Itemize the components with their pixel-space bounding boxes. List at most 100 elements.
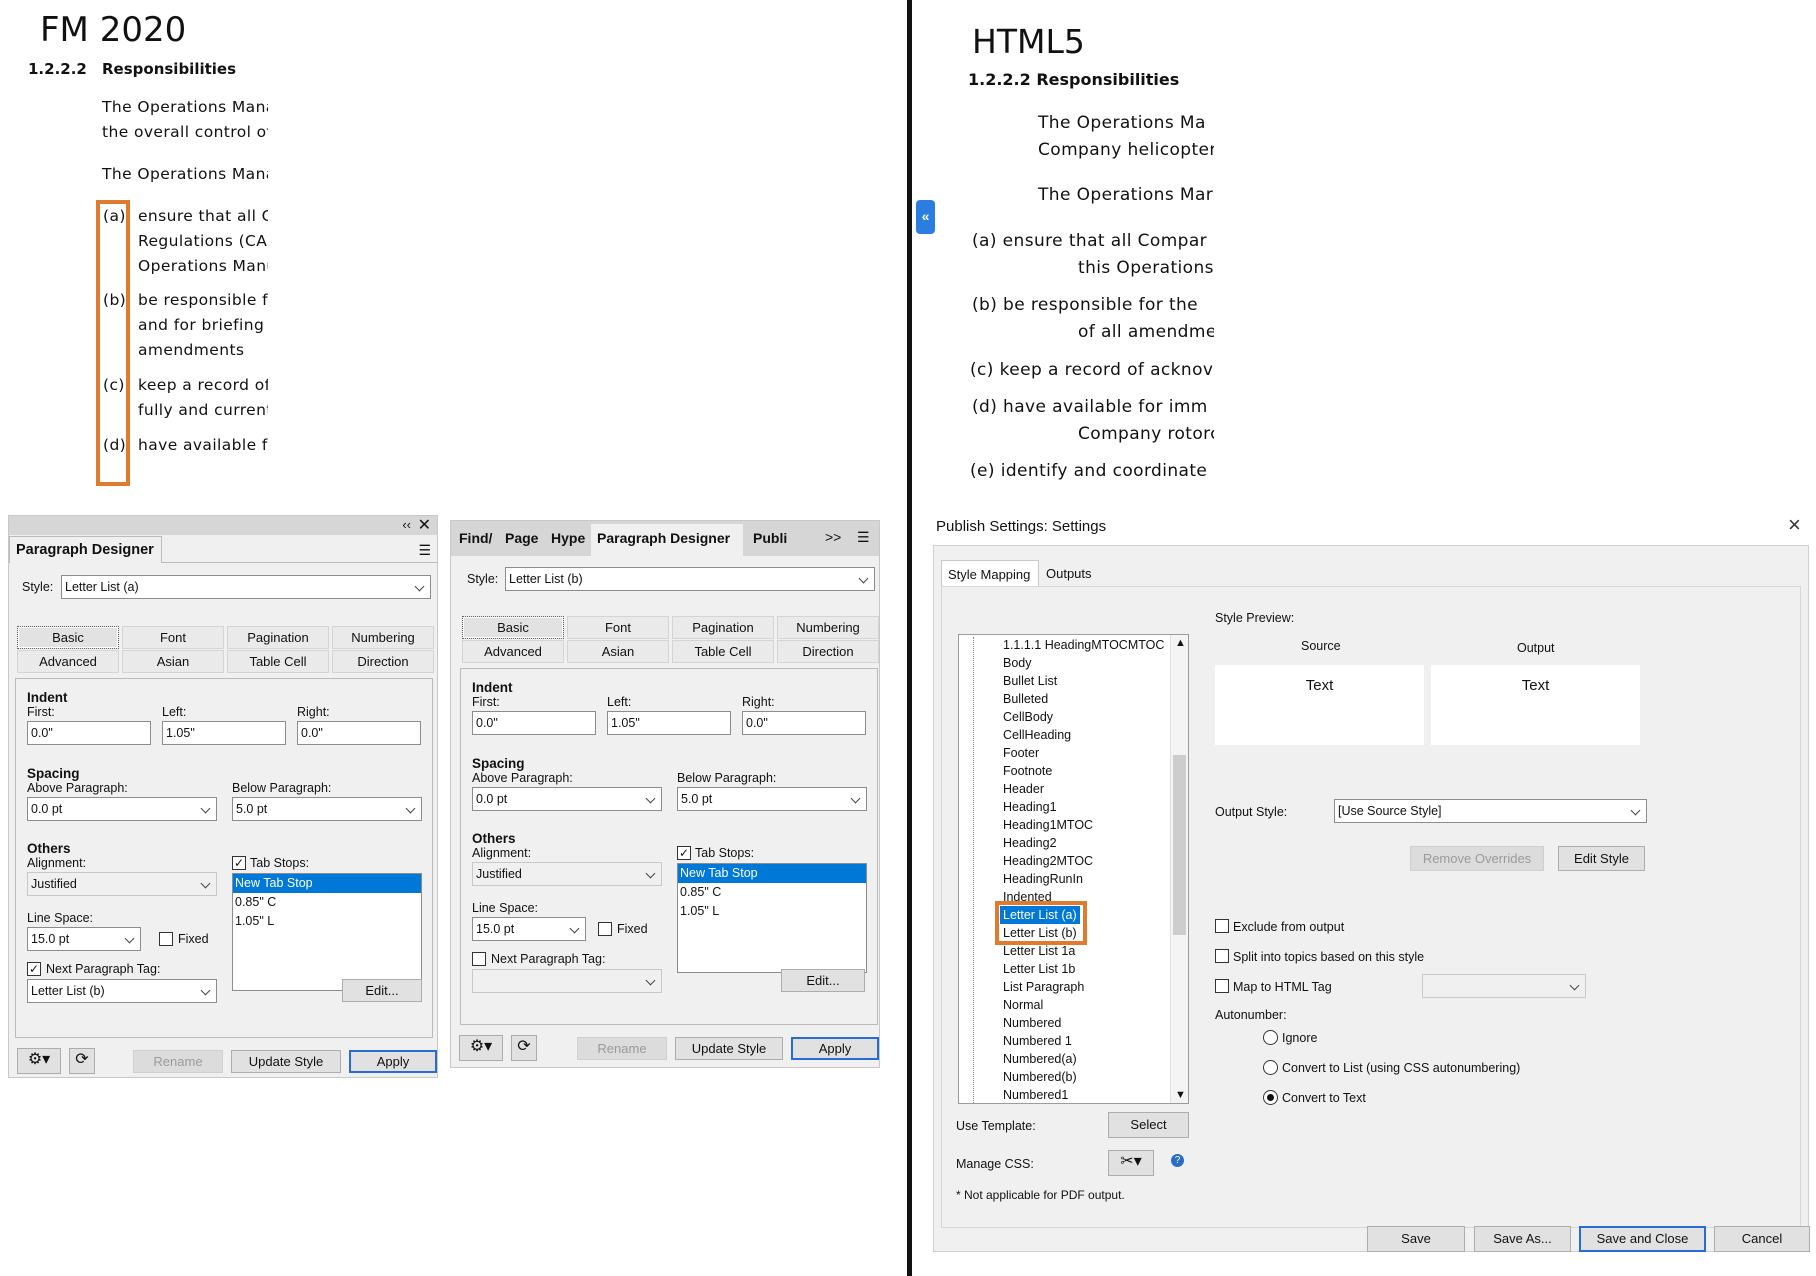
css-tools-icon[interactable]: ✂▾ (1108, 1150, 1154, 1176)
below-paragraph-select[interactable]: 5.0 pt (677, 787, 867, 811)
tab-direction[interactable]: Direction (332, 650, 434, 673)
style-item[interactable]: Heading2 (1003, 834, 1057, 852)
tab-hype[interactable]: Hype (551, 530, 585, 546)
cancel-button[interactable]: Cancel (1714, 1226, 1810, 1252)
panel-menu-icon[interactable]: ☰ (857, 529, 870, 546)
save-button[interactable]: Save (1367, 1226, 1465, 1252)
tab-direction[interactable]: Direction (777, 640, 879, 663)
panel-menu-icon[interactable]: ☰ (418, 542, 431, 559)
alignment-select[interactable]: Justified (472, 862, 662, 886)
fixed-checkbox[interactable] (598, 922, 612, 936)
style-item[interactable]: Heading2MTOC (1003, 852, 1093, 870)
split-topics-checkbox[interactable] (1215, 949, 1229, 963)
tab-asian[interactable]: Asian (567, 640, 669, 663)
tab-stops-list[interactable]: New Tab Stop 0.85" C 1.05" L (677, 863, 867, 973)
tab-stops-checkbox[interactable]: ✓ (677, 846, 691, 860)
left-indent-input[interactable]: 1.05" (607, 711, 731, 735)
close-icon[interactable]: ✕ (418, 515, 431, 535)
list-item[interactable]: New Tab Stop (233, 874, 421, 893)
left-indent-input[interactable]: 1.05" (162, 721, 286, 745)
first-indent-input[interactable]: 0.0" (27, 721, 151, 745)
tab-numbering[interactable]: Numbering (332, 626, 434, 649)
rename-button[interactable]: Rename (577, 1037, 667, 1060)
tab-stops-list[interactable]: New Tab Stop 0.85" C 1.05" L (232, 873, 422, 991)
tab-pagination[interactable]: Pagination (227, 626, 329, 649)
line-space-select[interactable]: 15.0 pt (472, 917, 586, 941)
collapse-icon[interactable]: ‹‹ (402, 517, 411, 532)
convert-text-radio[interactable] (1263, 1090, 1278, 1105)
above-paragraph-select[interactable]: 0.0 pt (27, 797, 217, 821)
style-item[interactable]: Footer (1003, 744, 1039, 762)
edit-style-button[interactable]: Edit Style (1558, 846, 1645, 871)
next-tag-select[interactable]: Letter List (b) (27, 979, 217, 1003)
list-item[interactable]: 0.85" C (678, 883, 866, 902)
tab-page[interactable]: Page (505, 530, 538, 546)
tab-paragraph-designer[interactable]: Paragraph Designer (9, 536, 162, 563)
list-item[interactable]: 1.05" L (678, 902, 866, 921)
tab-font[interactable]: Font (122, 626, 224, 649)
tree-scrollbar[interactable]: ▲ ▼ (1170, 635, 1188, 1103)
next-paragraph-tag-checkbox[interactable] (472, 952, 486, 966)
alignment-select[interactable]: Justified (27, 872, 217, 896)
refresh-icon[interactable]: ⟳ (69, 1048, 95, 1074)
html-tag-select[interactable] (1422, 974, 1586, 998)
tab-table-cell[interactable]: Table Cell (227, 650, 329, 673)
scroll-down-icon[interactable]: ▼ (1175, 1089, 1186, 1101)
rename-button[interactable]: Rename (133, 1050, 223, 1073)
list-item[interactable]: 1.05" L (233, 912, 421, 931)
tab-numbering[interactable]: Numbering (777, 616, 879, 639)
next-tag-select[interactable] (472, 969, 662, 993)
style-item[interactable]: Bulleted (1003, 690, 1048, 708)
tab-table-cell[interactable]: Table Cell (672, 640, 774, 663)
fixed-checkbox[interactable] (159, 932, 173, 946)
more-tabs-icon[interactable]: >> (825, 529, 841, 545)
tab-stops-checkbox[interactable]: ✓ (232, 856, 246, 870)
edit-button[interactable]: Edit... (781, 969, 865, 992)
apply-button[interactable]: Apply (349, 1050, 437, 1073)
style-item[interactable]: Numbered1 (1003, 1086, 1068, 1104)
ignore-radio[interactable] (1263, 1030, 1278, 1045)
tab-pagination[interactable]: Pagination (672, 616, 774, 639)
line-space-select[interactable]: 15.0 pt (27, 927, 141, 951)
style-item[interactable]: Bullet List (1003, 672, 1057, 690)
style-item[interactable]: Numbered(b) (1003, 1068, 1077, 1086)
tab-basic[interactable]: Basic (462, 616, 564, 639)
style-item[interactable]: Body (1003, 654, 1032, 672)
style-tree[interactable]: ▲ ▼ 1.1.1.1 HeadingMTOCMTOC Body Bullet … (958, 634, 1189, 1104)
style-item[interactable]: CellBody (1003, 708, 1053, 726)
tab-publish[interactable]: Publi (753, 530, 795, 546)
style-select[interactable]: Letter List (a) (61, 575, 431, 599)
gear-menu-icon[interactable]: ⚙▾ (17, 1048, 61, 1074)
above-paragraph-select[interactable]: 0.0 pt (472, 787, 662, 811)
style-item[interactable]: Footnote (1003, 762, 1052, 780)
tab-asian[interactable]: Asian (122, 650, 224, 673)
select-template-button[interactable]: Select (1108, 1112, 1189, 1138)
style-item[interactable]: 1.1.1.1 HeadingMTOCMTOC (1003, 636, 1164, 654)
style-item[interactable]: Numbered (1003, 1014, 1061, 1032)
below-paragraph-select[interactable]: 5.0 pt (232, 797, 422, 821)
tab-style-mapping[interactable]: Style Mapping (941, 560, 1039, 587)
next-paragraph-tag-checkbox[interactable]: ✓ (27, 962, 41, 976)
update-style-button[interactable]: Update Style (231, 1050, 341, 1073)
first-indent-input[interactable]: 0.0" (472, 711, 596, 735)
tab-outputs[interactable]: Outputs (1046, 566, 1092, 581)
save-and-close-button[interactable]: Save and Close (1579, 1226, 1706, 1252)
exclude-checkbox[interactable] (1215, 919, 1229, 933)
gear-menu-icon[interactable]: ⚙▾ (459, 1035, 503, 1061)
style-select[interactable]: Letter List (b) (505, 567, 875, 591)
tab-advanced[interactable]: Advanced (462, 640, 564, 663)
list-item[interactable]: New Tab Stop (678, 864, 866, 883)
style-item[interactable]: Numbered 1 (1003, 1032, 1072, 1050)
help-icon[interactable]: ? (1171, 1154, 1184, 1167)
style-item[interactable]: Numbered(a) (1003, 1050, 1077, 1068)
update-style-button[interactable]: Update Style (675, 1037, 783, 1060)
output-style-select[interactable]: [Use Source Style] (1334, 799, 1647, 823)
right-indent-input[interactable]: 0.0" (742, 711, 866, 735)
apply-button[interactable]: Apply (791, 1037, 879, 1060)
refresh-icon[interactable]: ⟳ (511, 1035, 537, 1061)
style-item[interactable]: HeadingRunIn (1003, 870, 1083, 888)
close-icon[interactable]: × (1788, 512, 1801, 538)
tab-find[interactable]: Find/ (459, 530, 492, 546)
tab-paragraph-designer[interactable]: Paragraph Designer (591, 524, 743, 556)
style-item[interactable]: Heading1 (1003, 798, 1057, 816)
